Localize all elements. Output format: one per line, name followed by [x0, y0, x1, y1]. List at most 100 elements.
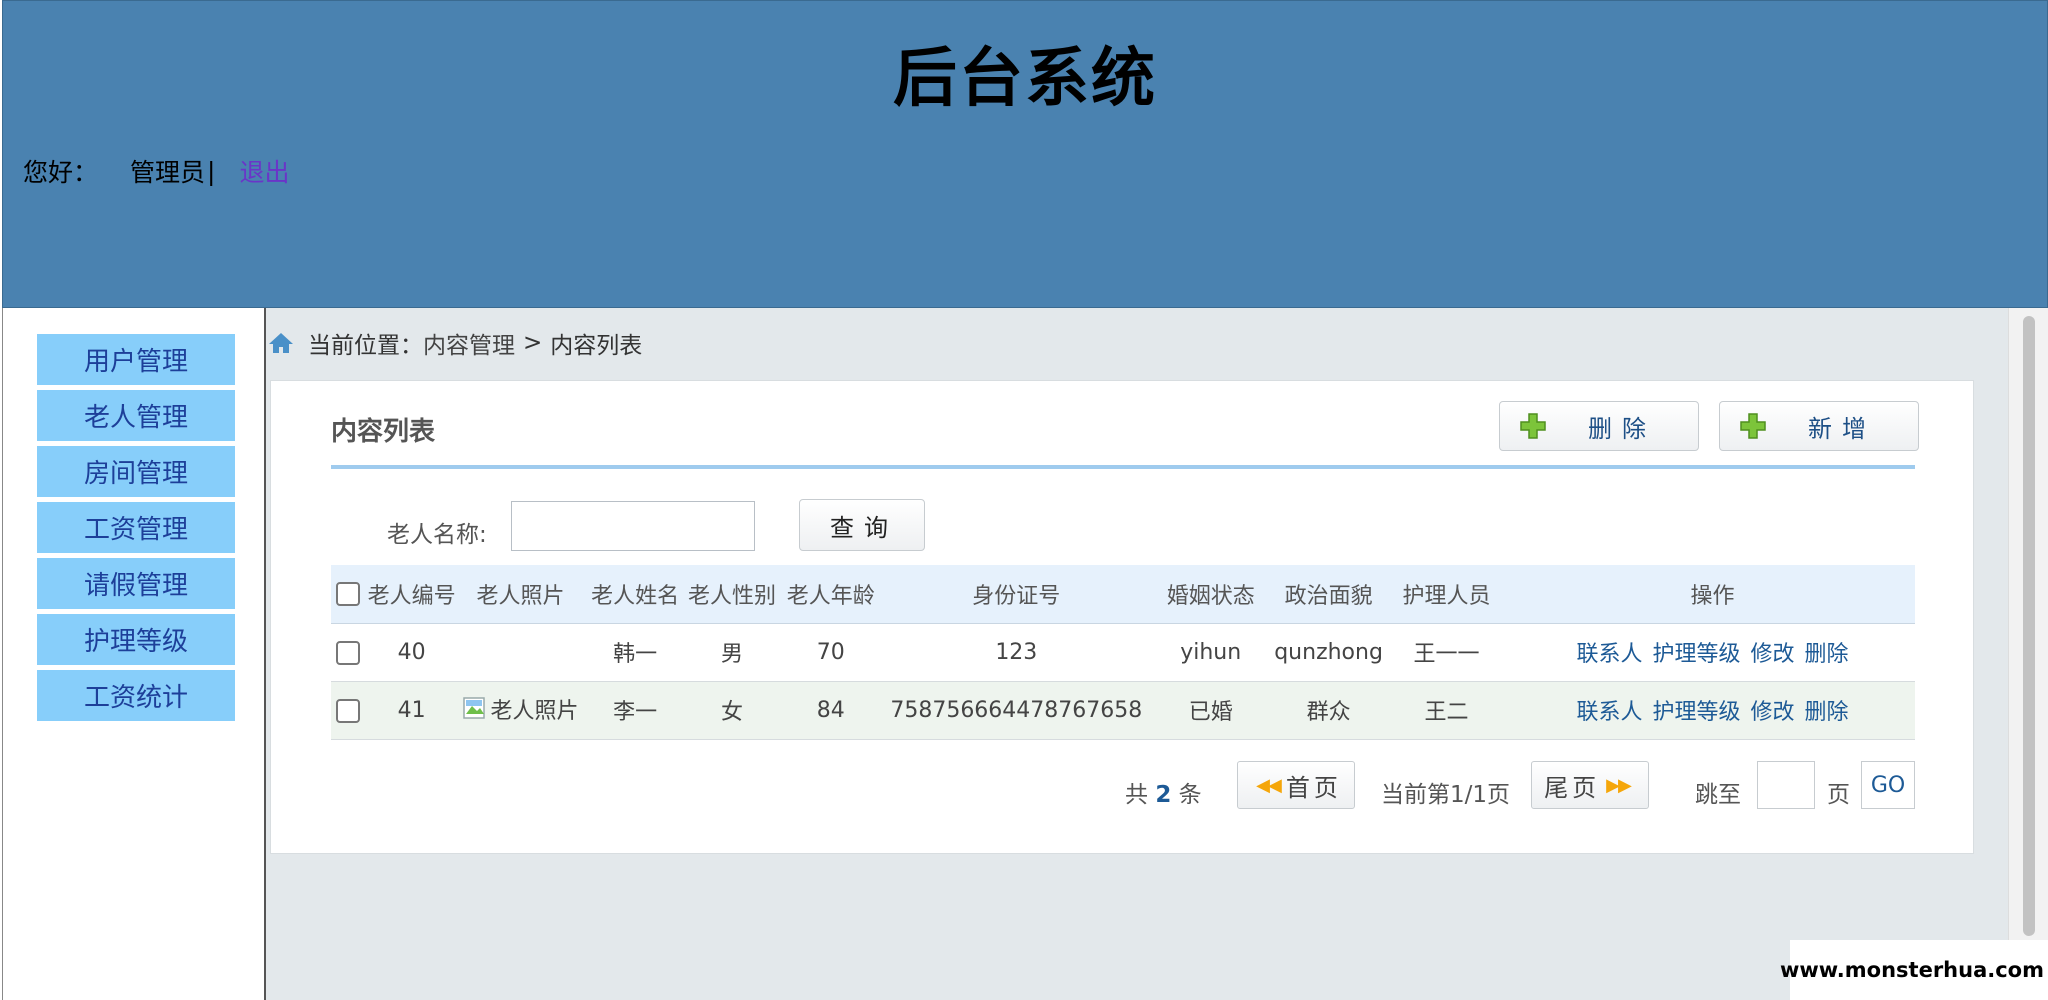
first-page-button[interactable]: ◀◀ 首页: [1237, 761, 1355, 809]
table-row: 41 老人照片 李一 女 84 758756664478767658 已婚 群众…: [331, 681, 1915, 739]
sidebar-item-leave-management[interactable]: 请假管理: [37, 558, 235, 609]
username-text: 管理员: [130, 158, 206, 187]
breadcrumb-content-management[interactable]: 内容管理: [423, 326, 515, 360]
first-page-label: 首页: [1285, 773, 1342, 802]
cell-elderly-age: 70: [816, 639, 845, 665]
site-title: 后台系统: [893, 42, 1157, 116]
cell-id-card: 758756664478767658: [890, 697, 1143, 723]
elderly-table: 老人编号 老人照片 老人姓名 老人性别 老人年龄 身份证号 婚姻状态 政治面貌 …: [331, 565, 1915, 740]
select-all-cell: [331, 565, 365, 623]
care-level-link[interactable]: 护理等级: [1652, 700, 1740, 725]
title-divider: [331, 465, 1915, 469]
sidebar-item-room-management[interactable]: 房间管理: [37, 446, 235, 497]
cell-actions: 联系人 护理等级 修改 删除: [1510, 623, 1915, 681]
scrollbar-thumb[interactable]: [2023, 316, 2035, 936]
select-all-checkbox[interactable]: [335, 582, 360, 607]
cell-political-status: qunzhong: [1274, 639, 1383, 665]
jump-label: 跳至: [1695, 782, 1741, 808]
add-button[interactable]: 新增: [1719, 401, 1919, 451]
header-elderly-gender: 老人性别: [687, 583, 776, 609]
sidebar-item-user-management[interactable]: 用户管理: [37, 334, 235, 385]
sidebar-item-salary-statistics[interactable]: 工资统计: [37, 670, 235, 721]
double-left-arrow-icon: ◀◀: [1256, 774, 1282, 796]
page-word: 页: [1827, 782, 1850, 808]
delete-button[interactable]: 删除: [1499, 401, 1699, 451]
row-checkbox[interactable]: [335, 698, 360, 723]
cell-marital-status: yihun: [1180, 639, 1242, 665]
cell-elderly-gender: 男: [720, 642, 743, 667]
table-row: 40 韩一 男 70 123 yihun qunzhong 王一一 联系人 护理等…: [331, 623, 1915, 681]
header-nurse: 护理人员: [1402, 583, 1491, 609]
sidebar-item-care-level[interactable]: 护理等级: [37, 614, 235, 665]
breadcrumb-label: 当前位置：: [308, 333, 423, 359]
logout-link[interactable]: 退出: [239, 153, 289, 189]
total-prefix: 共: [1125, 782, 1148, 808]
care-level-link[interactable]: 护理等级: [1652, 642, 1740, 667]
cell-elderly-age: 84: [816, 697, 845, 723]
header-actions: 操作: [1690, 583, 1735, 609]
green-plus-icon: [1738, 411, 1768, 441]
contact-link[interactable]: 联系人: [1576, 642, 1642, 667]
go-button[interactable]: GO: [1861, 761, 1915, 809]
breadcrumb-content-list: 内容列表: [550, 333, 643, 359]
header-elderly-id: 老人编号: [367, 583, 456, 609]
row-select-cell: [331, 623, 365, 681]
panel-title: 内容列表: [331, 417, 436, 447]
header: 后台系统 您好： 管理员 | 退出: [2, 0, 2048, 308]
contact-link[interactable]: 联系人: [1576, 700, 1642, 725]
broken-image-icon: [462, 696, 488, 722]
row-select-cell: [331, 681, 365, 739]
total-count: 共 2 条: [1125, 775, 1202, 809]
greeting-text: 您好：: [23, 158, 99, 187]
cell-elderly-name: 韩一: [613, 642, 658, 667]
search-label: 老人名称:: [387, 522, 487, 548]
table-header-row: 老人编号 老人照片 老人姓名 老人性别 老人年龄 身份证号 婚姻状态 政治面貌 …: [331, 565, 1915, 623]
header-political-status: 政治面貌: [1284, 583, 1373, 609]
total-suffix: 条: [1178, 782, 1202, 808]
delete-button-label: 删除: [1588, 414, 1656, 443]
row-checkbox[interactable]: [335, 640, 360, 665]
breadcrumb: 当前位置： 内容管理 > 内容列表: [268, 326, 642, 360]
content-panel: 内容列表 删除 新增 老人名称: 查询 老人编号 老人照片 老人姓名 老人性别 …: [270, 380, 1974, 854]
cell-elderly-id: 41: [397, 697, 426, 723]
cell-elderly-id: 40: [397, 639, 426, 665]
edit-link[interactable]: 修改: [1750, 700, 1794, 725]
query-button[interactable]: 查询: [799, 499, 925, 551]
user-separator: |: [207, 156, 216, 186]
green-plus-icon: [1518, 411, 1548, 441]
cell-marital-status: 已婚: [1188, 700, 1233, 725]
home-icon: [268, 331, 294, 355]
header-elderly-age: 老人年龄: [786, 583, 875, 609]
delete-link[interactable]: 删除: [1805, 642, 1849, 667]
header-id-card: 身份证号: [972, 583, 1061, 609]
sidebar: 用户管理 老人管理 房间管理 工资管理 请假管理 护理等级 工资统计: [2, 308, 266, 1000]
header-elderly-photo: 老人照片: [476, 583, 565, 609]
jump-page-input[interactable]: [1757, 761, 1815, 809]
cell-political-status: 群众: [1306, 700, 1351, 725]
header-elderly-name: 老人姓名: [591, 583, 680, 609]
current-page-text: 当前第1/1页: [1381, 782, 1511, 808]
add-button-label: 新增: [1808, 414, 1876, 443]
last-page-label: 尾页: [1544, 773, 1601, 802]
cell-nurse: 王二: [1424, 700, 1469, 725]
cell-elderly-photo: 老人照片: [459, 681, 583, 739]
user-bar: 您好： 管理员 | 退出: [23, 153, 289, 189]
elderly-name-input[interactable]: [511, 501, 755, 551]
last-page-button[interactable]: 尾页 ▶▶: [1531, 761, 1649, 809]
main-content: 当前位置： 内容管理 > 内容列表 内容列表 删除 新增 老人名称: 查询 老人…: [266, 308, 2008, 1000]
cell-id-card: 123: [995, 639, 1038, 665]
vertical-scrollbar[interactable]: [2008, 308, 2048, 1000]
sidebar-item-salary-management[interactable]: 工资管理: [37, 502, 235, 553]
header-marital-status: 婚姻状态: [1166, 583, 1255, 609]
sidebar-item-elderly-management[interactable]: 老人管理: [37, 390, 235, 441]
photo-wrapper: 老人照片: [462, 693, 579, 725]
photo-alt-text: 老人照片: [490, 698, 579, 724]
cell-nurse: 王一一: [1413, 642, 1480, 667]
cell-elderly-name: 李一: [613, 700, 658, 725]
watermark: www.monsterhua.com: [1780, 940, 2048, 1000]
cell-actions: 联系人 护理等级 修改 删除: [1510, 681, 1915, 739]
edit-link[interactable]: 修改: [1750, 642, 1794, 667]
cell-elderly-gender: 女: [720, 700, 743, 725]
double-right-arrow-icon: ▶▶: [1606, 774, 1632, 796]
delete-link[interactable]: 删除: [1805, 700, 1849, 725]
